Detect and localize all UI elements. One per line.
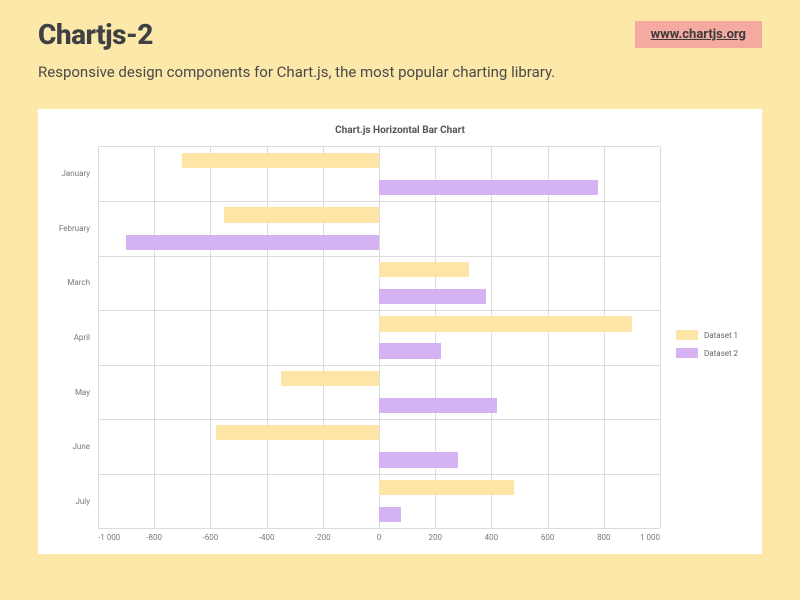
legend-label: Dataset 2	[704, 349, 738, 358]
legend-label: Dataset 1	[704, 331, 738, 340]
page-subtitle: Responsive design components for Chart.j…	[38, 63, 762, 81]
x-tick-label: 1 000	[632, 533, 660, 542]
bar-dataset-2	[379, 507, 401, 522]
x-tick-label: 200	[407, 533, 463, 542]
y-tick-label: March	[50, 255, 98, 310]
x-tick-label: 0	[351, 533, 407, 542]
bar-dataset-2	[126, 235, 379, 250]
y-tick-label: July	[50, 474, 98, 529]
bar-dataset-2	[379, 289, 486, 304]
chart-title: Chart.js Horizontal Bar Chart	[50, 119, 750, 146]
bar-dataset-2	[379, 180, 598, 195]
bar-dataset-2	[379, 398, 497, 413]
y-tick-label: January	[50, 146, 98, 201]
chart-panel: Chart.js Horizontal Bar Chart JanuaryFeb…	[38, 109, 762, 554]
bar-dataset-2	[379, 452, 458, 467]
chart-legend: Dataset 1 Dataset 2	[660, 146, 750, 542]
legend-swatch	[676, 330, 698, 340]
y-tick-label: May	[50, 365, 98, 420]
bar-dataset-1	[379, 480, 514, 495]
x-tick-label: -800	[126, 533, 182, 542]
external-link[interactable]: www.chartjs.org	[635, 21, 762, 48]
bar-dataset-1	[379, 316, 632, 331]
x-tick-label: 800	[576, 533, 632, 542]
bar-dataset-1	[216, 425, 379, 440]
legend-swatch	[676, 348, 698, 358]
x-tick-label: -1 000	[98, 533, 126, 542]
x-tick-label: -600	[182, 533, 238, 542]
y-tick-label: April	[50, 310, 98, 365]
legend-item[interactable]: Dataset 2	[676, 348, 750, 358]
y-tick-label: February	[50, 201, 98, 256]
bar-dataset-1	[182, 153, 379, 168]
bar-dataset-1	[281, 371, 379, 386]
page-title: Chartjs-2	[38, 18, 153, 51]
x-tick-label: -400	[239, 533, 295, 542]
y-tick-label: June	[50, 420, 98, 475]
x-tick-label: -200	[295, 533, 351, 542]
bar-dataset-1	[224, 207, 379, 222]
x-tick-label: 400	[463, 533, 519, 542]
x-tick-label: 600	[520, 533, 576, 542]
bar-dataset-2	[379, 343, 441, 358]
bar-dataset-1	[379, 262, 469, 277]
legend-item[interactable]: Dataset 1	[676, 330, 750, 340]
